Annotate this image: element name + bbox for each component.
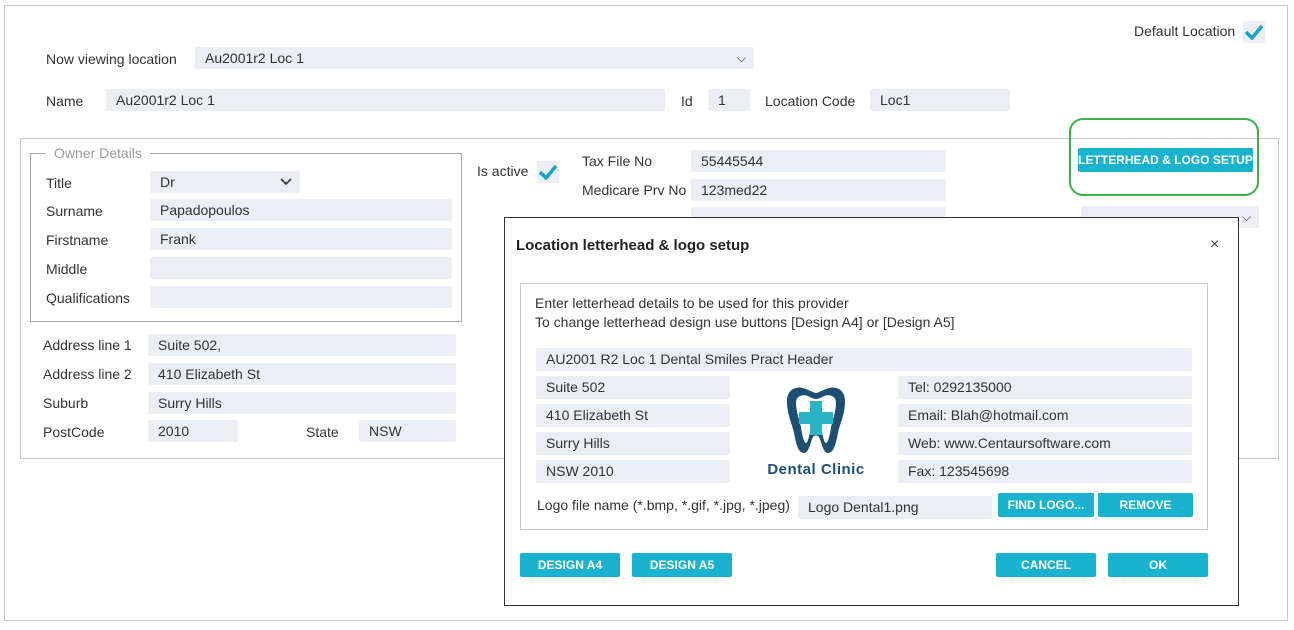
letterhead-left-line-2[interactable]: 410 Elizabeth St [536, 404, 730, 427]
location-code-label: Location Code [765, 93, 856, 109]
letterhead-left-line-1[interactable]: Suite 502 [536, 376, 730, 399]
design-a5-button[interactable]: DESIGN A5 [632, 553, 732, 577]
tooth-cross-icon [787, 387, 845, 453]
chevron-down-icon [280, 178, 292, 186]
location-select[interactable]: Au2001r2 Loc 1 ⌵ [195, 47, 754, 69]
letterhead-right-line-2[interactable]: Email: Blah@hotmail.com [898, 404, 1192, 427]
is-active-checkbox[interactable] [537, 161, 559, 183]
tax-file-field[interactable]: 55445544 [691, 150, 946, 172]
dental-clinic-logo: Dental Clinic [742, 381, 890, 481]
name-label: Name [46, 93, 84, 109]
letterhead-right-line-3[interactable]: Web: www.Centaursoftware.com [898, 432, 1192, 455]
postcode-label: PostCode [43, 424, 105, 440]
chevron-down-icon: ⌵ [736, 51, 746, 65]
instructions-line2: To change letterhead design use buttons … [535, 314, 955, 330]
suburb-label: Suburb [43, 395, 89, 411]
surname-field[interactable]: Papadopoulos [150, 199, 452, 221]
letterhead-header-field[interactable]: AU2001 R2 Loc 1 Dental Smiles Pract Head… [536, 348, 1192, 371]
letterhead-right-line-4[interactable]: Fax: 123545698 [898, 460, 1192, 483]
firstname-field[interactable]: Frank [150, 228, 452, 250]
title-select[interactable]: Dr [150, 171, 300, 193]
firstname-label: Firstname [46, 232, 109, 248]
state-field[interactable]: NSW [359, 420, 456, 442]
address-line1-field[interactable]: Suite 502, [148, 334, 456, 356]
location-code-field[interactable]: Loc1 [870, 89, 1010, 111]
close-icon[interactable]: × [1210, 236, 1219, 254]
chevron-down-icon: ⌵ [1241, 210, 1251, 224]
state-label: State [306, 424, 339, 440]
hidden-field [691, 207, 946, 217]
address-line2-field[interactable]: 410 Elizabeth St [148, 363, 456, 385]
postcode-field[interactable]: 2010 [148, 420, 238, 442]
checkmark-icon [539, 164, 557, 180]
logo-text: Dental Clinic [767, 461, 865, 478]
now-viewing-label: Now viewing location [46, 51, 177, 67]
default-location-label: Default Location [1134, 23, 1236, 39]
modal-title: Location letterhead & logo setup [516, 237, 750, 254]
logo-file-field[interactable]: Logo Dental1.png [798, 496, 992, 519]
default-location-checkbox[interactable] [1243, 21, 1265, 43]
letterhead-logo-setup-button[interactable]: LETTERHEAD & LOGO SETUP [1078, 148, 1253, 172]
middle-field[interactable] [150, 257, 452, 279]
letterhead-left-line-4[interactable]: NSW 2010 [536, 460, 730, 483]
qualifications-label: Qualifications [46, 290, 131, 306]
find-logo-button[interactable]: FIND LOGO... [998, 493, 1094, 517]
id-field[interactable]: 1 [708, 89, 750, 111]
name-field[interactable]: Au2001r2 Loc 1 [106, 89, 665, 111]
middle-label: Middle [46, 261, 88, 277]
surname-label: Surname [46, 203, 103, 219]
id-label: Id [681, 93, 693, 109]
cancel-button[interactable]: CANCEL [996, 553, 1096, 577]
ok-button[interactable]: OK [1108, 553, 1208, 577]
title-label: Title [46, 175, 72, 191]
suburb-field[interactable]: Surry Hills [148, 392, 456, 414]
letterhead-left-line-3[interactable]: Surry Hills [536, 432, 730, 455]
is-active-label: Is active [477, 163, 529, 179]
address-line2-label: Address line 2 [43, 366, 132, 382]
location-select-value: Au2001r2 Loc 1 [205, 50, 304, 66]
medicare-label: Medicare Prv No [582, 182, 687, 198]
qualifications-field[interactable] [150, 286, 452, 308]
design-a4-button[interactable]: DESIGN A4 [520, 553, 620, 577]
checkmark-icon [1245, 24, 1263, 40]
title-select-value: Dr [160, 174, 175, 190]
tax-file-label: Tax File No [582, 153, 653, 169]
owner-details-legend: Owner Details [46, 143, 150, 163]
remove-logo-button[interactable]: REMOVE [1098, 493, 1193, 517]
letterhead-right-line-1[interactable]: Tel: 0292135000 [898, 376, 1192, 399]
logo-file-label: Logo file name (*.bmp, *.gif, *.jpg, *.j… [537, 497, 790, 513]
medicare-field[interactable]: 123med22 [691, 179, 946, 201]
address-line1-label: Address line 1 [43, 337, 132, 353]
